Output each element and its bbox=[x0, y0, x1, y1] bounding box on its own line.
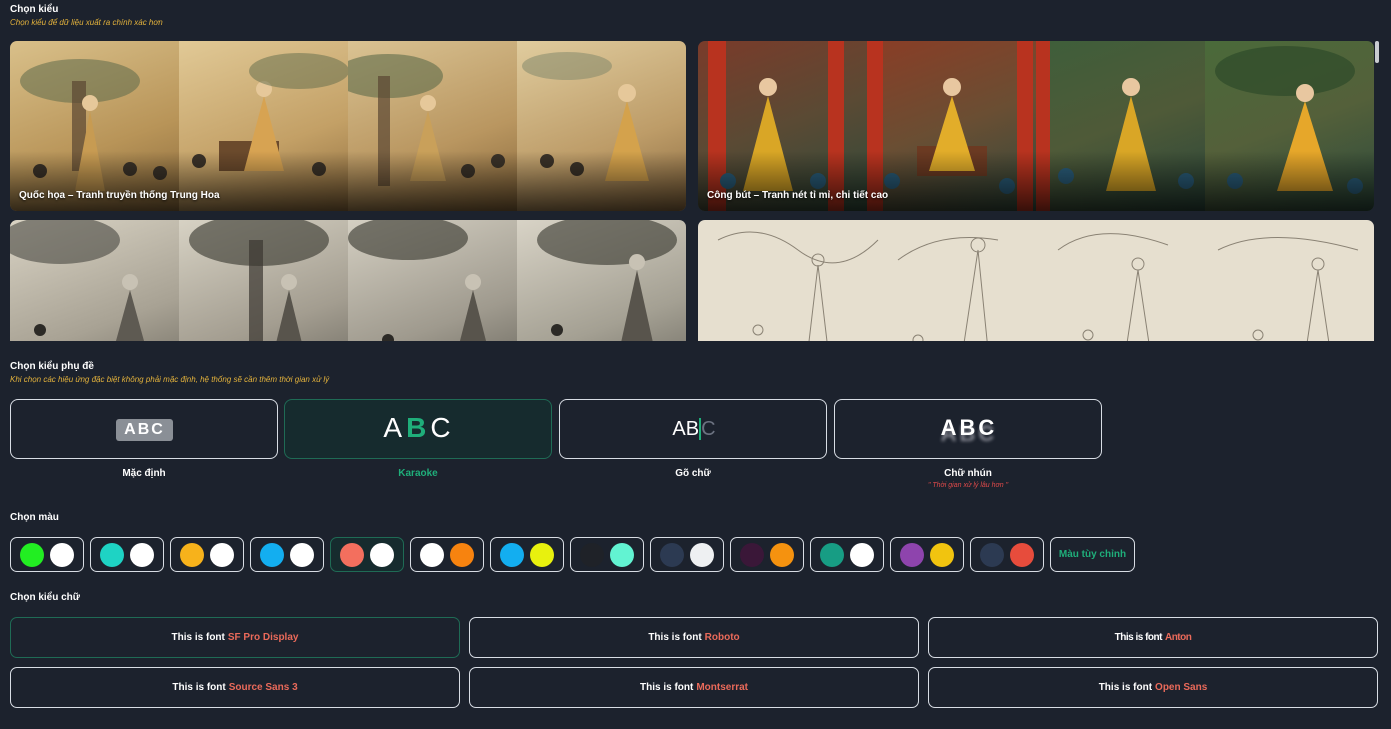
subtitle-section-title: Chọn kiểu phụ đề bbox=[10, 361, 94, 372]
style-section-title: Chọn kiểu bbox=[10, 4, 59, 15]
font-prefix: This is font bbox=[171, 632, 225, 643]
color-swatch[interactable] bbox=[490, 537, 564, 572]
color-dot bbox=[850, 543, 874, 567]
color-swatch[interactable] bbox=[890, 537, 964, 572]
color-dot bbox=[100, 543, 124, 567]
color-dot bbox=[260, 543, 284, 567]
color-dot bbox=[370, 543, 394, 567]
color-dot bbox=[530, 543, 554, 567]
subtitle-preview: ABC bbox=[383, 412, 455, 443]
color-dot bbox=[770, 543, 794, 567]
font-name: Open Sans bbox=[1155, 682, 1208, 693]
painting-image bbox=[179, 220, 348, 341]
painting-image bbox=[10, 220, 179, 341]
font-prefix: This is font bbox=[639, 682, 694, 693]
subtitle-option-default[interactable]: ABC bbox=[10, 399, 278, 459]
style-card-ink[interactable] bbox=[10, 220, 686, 341]
color-dot bbox=[900, 543, 924, 567]
subtitle-preview: ABC bbox=[940, 415, 998, 440]
color-dot bbox=[930, 543, 954, 567]
color-dot bbox=[500, 543, 524, 567]
subtitle-option-karaoke[interactable]: ABC bbox=[284, 399, 552, 459]
style-card-label: Quốc họa – Tranh truyền thống Trung Hoa bbox=[19, 190, 220, 201]
color-dot bbox=[820, 543, 844, 567]
color-swatch[interactable] bbox=[570, 537, 644, 572]
subtitle-option-bounce[interactable]: ABC bbox=[834, 399, 1102, 459]
style-section-subtitle: Chọn kiểu để dữ liệu xuất ra chính xác h… bbox=[10, 18, 163, 27]
subtitle-option-label: Mặc định bbox=[122, 468, 166, 479]
font-name: Roboto bbox=[704, 632, 740, 643]
color-dot bbox=[130, 543, 154, 567]
subtitle-section-subtitle: Khi chọn các hiệu ứng đặc biệt không phả… bbox=[10, 375, 330, 384]
subtitle-preview: ABC bbox=[672, 418, 716, 440]
custom-color-button[interactable]: Màu tùy chỉnh bbox=[1050, 537, 1135, 572]
painting-image bbox=[348, 220, 517, 341]
font-prefix: This is font bbox=[1114, 632, 1163, 643]
color-dot bbox=[740, 543, 764, 567]
color-dot bbox=[690, 543, 714, 567]
font-prefix: This is font bbox=[172, 682, 226, 693]
color-dot bbox=[580, 543, 604, 567]
style-card-label: Công bút – Tranh nét tỉ mỉ, chi tiết cao bbox=[707, 190, 889, 201]
color-dot bbox=[1010, 543, 1034, 567]
font-prefix: This is font bbox=[1098, 682, 1153, 693]
scrollbar[interactable] bbox=[1375, 41, 1379, 63]
font-prefix: This is font bbox=[648, 632, 702, 643]
color-swatch[interactable] bbox=[810, 537, 884, 572]
color-swatch[interactable] bbox=[10, 537, 84, 572]
color-dot bbox=[980, 543, 1004, 567]
color-swatch[interactable] bbox=[250, 537, 324, 572]
subtitle-option-typing[interactable]: AB C bbox=[559, 399, 827, 459]
color-dot bbox=[340, 543, 364, 567]
font-name: Montserrat bbox=[696, 682, 749, 693]
subtitle-option-label: Gõ chữ bbox=[675, 468, 711, 479]
color-swatch[interactable] bbox=[170, 537, 244, 572]
color-dot bbox=[610, 543, 634, 567]
style-card-gongbi[interactable]: Công bút – Tranh nét tỉ mỉ, chi tiết cao bbox=[698, 41, 1374, 211]
color-dot bbox=[20, 543, 44, 567]
font-section-title: Chọn kiểu chữ bbox=[10, 592, 81, 603]
style-card-line[interactable] bbox=[698, 220, 1374, 341]
color-dot bbox=[290, 543, 314, 567]
font-option-button[interactable]: This is font Anton bbox=[928, 617, 1378, 658]
font-option-button[interactable]: This is font Montserrat bbox=[469, 667, 919, 708]
font-name: SF Pro Display bbox=[227, 632, 299, 643]
color-dot bbox=[660, 543, 684, 567]
color-swatch[interactable] bbox=[330, 537, 404, 572]
color-swatch[interactable] bbox=[90, 537, 164, 572]
font-option-button[interactable]: This is font Roboto bbox=[469, 617, 919, 658]
style-grid: Quốc họa – Tranh truyền thống Trung Hoa … bbox=[10, 41, 1374, 341]
color-section-title: Chọn màu bbox=[10, 512, 59, 523]
color-dot bbox=[450, 543, 474, 567]
font-option-button[interactable]: This is font SF Pro Display bbox=[10, 617, 460, 658]
font-option-button[interactable]: This is font Source Sans 3 bbox=[10, 667, 460, 708]
font-option-button[interactable]: This is font Open Sans bbox=[928, 667, 1378, 708]
subtitle-preview: ABC bbox=[116, 419, 173, 441]
font-name: Anton bbox=[1164, 632, 1192, 643]
color-dot bbox=[50, 543, 74, 567]
color-swatch[interactable] bbox=[730, 537, 804, 572]
subtitle-option-label: Chữ nhún bbox=[944, 468, 992, 479]
color-swatch[interactable] bbox=[970, 537, 1044, 572]
style-card-guohua[interactable]: Quốc họa – Tranh truyền thống Trung Hoa bbox=[10, 41, 686, 211]
color-swatch[interactable] bbox=[410, 537, 484, 572]
subtitle-option-note: " Thời gian xử lý lâu hơn " bbox=[927, 482, 1009, 489]
font-name: Source Sans 3 bbox=[228, 682, 298, 693]
painting-image bbox=[517, 220, 686, 341]
color-swatch[interactable] bbox=[650, 537, 724, 572]
color-dot bbox=[420, 543, 444, 567]
subtitle-option-label: Karaoke bbox=[398, 468, 438, 479]
painting-image bbox=[717, 231, 1359, 341]
color-dot bbox=[210, 543, 234, 567]
color-dot bbox=[180, 543, 204, 567]
